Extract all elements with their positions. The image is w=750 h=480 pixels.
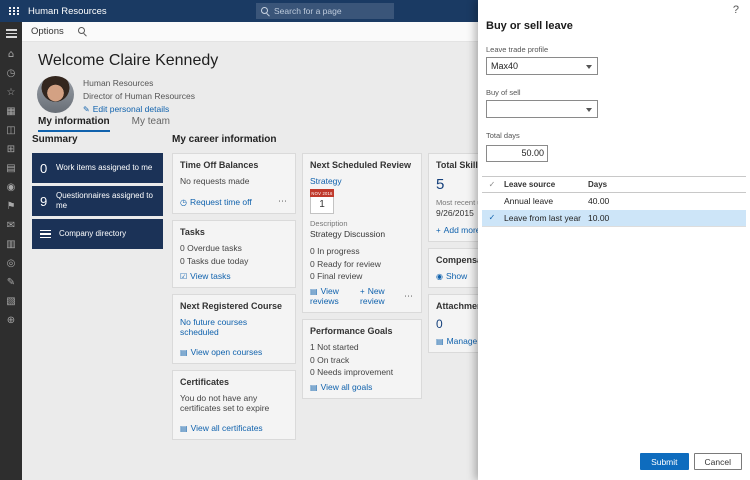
modules-icon[interactable]: ◫ [6,125,15,136]
leave-trade-profile-label: Leave trade profile [486,45,549,54]
total-days-label: Total days [486,131,520,140]
page-title: Welcome Claire Kennedy [38,52,219,69]
search-input[interactable] [274,6,389,16]
tile-work-items[interactable]: 0 Work items assigned to me [32,153,163,183]
more-button[interactable]: ⋯ [278,196,288,207]
panel-title: Buy or sell leave [486,20,573,32]
view-all-goals-link[interactable]: ▤ View all goals [310,382,372,392]
messages-icon[interactable]: ✉ [7,220,15,231]
worker-icon[interactable]: ✎ [7,277,15,288]
view-tasks-link[interactable]: ☑ View tasks [180,271,231,281]
employees-icon[interactable]: ⊞ [7,144,15,155]
chevron-down-icon [586,108,592,112]
eye-icon: ◉ [436,272,443,281]
waffle-menu-icon[interactable] [9,7,20,15]
action-search-icon[interactable] [77,27,87,36]
reviews-icon: ▤ [310,287,318,296]
more-button[interactable]: ⋯ [404,291,414,302]
buy-or-sell-leave-panel: ? Buy or sell leave Leave trade profile … [478,0,750,480]
column-leave-source: Leave source [504,179,556,189]
goals-icon[interactable]: ⚑ [7,201,16,212]
cancel-button[interactable]: Cancel [693,453,742,470]
certificates-status: You do not have any certificates set to … [180,392,270,413]
tab-my-information[interactable]: My information [38,116,110,132]
profile-job-title: Director of Human Resources [83,91,195,102]
book-icon: ▤ [180,347,188,357]
organization-icon[interactable]: ▤ [6,163,15,174]
plus-icon: + [360,287,365,296]
time-off-status: No requests made [180,176,250,186]
tasks-icon[interactable]: ▧ [6,296,15,307]
page-search[interactable] [256,3,394,19]
new-review-link[interactable]: + New review [360,286,397,306]
leave-trade-profile-select[interactable]: Max40 [486,57,598,75]
options-button[interactable]: Options [31,26,64,37]
course-status-link[interactable]: No future courses scheduled [180,317,288,337]
directory-list-icon [40,229,51,239]
nav-sidebar: ⌂ ◷ ☆ ▦ ◫ ⊞ ▤ ◉ ⚑ ✉ ▥ ◎ ✎ ▧ ⊕ [0,22,22,480]
app-title: Human Resources [28,5,107,17]
avatar[interactable] [37,76,74,113]
summary-section: Summary 0 Work items assigned to me 9 Qu… [32,134,163,252]
row-selected-check-icon: ✓ [488,213,496,222]
home-icon[interactable]: ⌂ [8,49,14,60]
review-name-link[interactable]: Strategy [310,176,342,186]
settings-icon[interactable]: ⊕ [7,315,15,326]
tile-company-directory[interactable]: Company directory [32,219,163,249]
profile-block: Human Resources Director of Human Resour… [37,76,195,117]
workspaces-icon[interactable]: ▦ [6,106,15,117]
edit-personal-details-link[interactable]: ✎ Edit personal details [83,104,169,114]
tab-my-team[interactable]: My team [132,116,170,132]
card-next-registered-course: Next Registered Course No future courses… [172,293,296,364]
attach-icon: ▤ [436,337,444,346]
tasks-check-icon: ☑ [180,271,188,281]
app-root: Human Resources ⌂ ◷ ☆ ▦ ◫ ⊞ ▤ ◉ ⚑ ✉ ▥ ◎ … [0,0,750,480]
select-all-check-icon[interactable]: ✓ [482,180,502,189]
recent-icon[interactable]: ◷ [7,68,16,79]
profile-department: Human Resources [83,78,154,88]
view-open-courses-link[interactable]: ▤ View open courses [180,347,262,357]
clock-icon: ◷ [180,197,187,207]
buy-or-sell-label: Buy of sell [486,88,521,97]
buy-or-sell-select[interactable] [486,100,598,118]
certificate-icon: ▤ [180,423,188,433]
view-reviews-link[interactable]: ▤ View reviews [310,286,353,306]
profile-tabs: My information My team [38,116,170,132]
show-compensation-link[interactable]: ◉ Show [436,271,467,281]
leave-source-grid: ✓ Leave source Days Annual leave 40.00 ✓… [482,175,746,227]
total-days-input[interactable] [486,144,548,162]
edit-icon: ✎ [83,105,90,115]
card-performance-goals: Performance Goals 1 Not started 0 On tra… [302,319,422,399]
card-tasks: Tasks 0 Overdue tasks 0 Tasks due today … [172,220,296,288]
card-next-scheduled-review: Next Scheduled Review Strategy NOV 2016 … [302,153,422,313]
request-time-off-link[interactable]: ◷ Request time off [180,197,252,207]
favorites-icon[interactable]: ☆ [7,87,16,98]
search-icon [261,6,270,16]
tile-questionnaires[interactable]: 9 Questionnaires assigned to me [32,186,163,216]
review-description: Strategy Discussion [310,229,386,239]
card-time-off-balances: Time Off Balances No requests made ◷ Requ… [172,153,296,214]
compensation-icon[interactable]: ◎ [7,258,16,269]
table-row-annual-leave[interactable]: Annual leave 40.00 [482,193,746,210]
plus-icon: + [436,226,441,235]
column-days: Days [588,179,608,189]
goals-flag-icon: ▤ [310,383,318,392]
leave-trade-profile-value: Max40 [491,61,519,71]
card-certificates: Certificates You do not have any certifi… [172,369,296,440]
view-all-certificates-link[interactable]: ▤ View all certificates [180,423,263,433]
help-button[interactable]: ? [733,4,739,16]
table-row-leave-from-last-year[interactable]: ✓ Leave from last year 10.00 [482,209,746,227]
calendar-icon: NOV 2016 1 [310,189,334,214]
people-icon[interactable]: ◉ [7,182,16,193]
reports-icon[interactable]: ▥ [6,239,15,250]
chevron-down-icon [586,65,592,69]
panel-footer: Submit Cancel [640,453,742,470]
summary-heading: Summary [32,134,78,145]
grid-header-row: ✓ Leave source Days [482,175,746,193]
submit-button[interactable]: Submit [640,453,689,470]
hamburger-menu-icon[interactable] [5,29,17,38]
